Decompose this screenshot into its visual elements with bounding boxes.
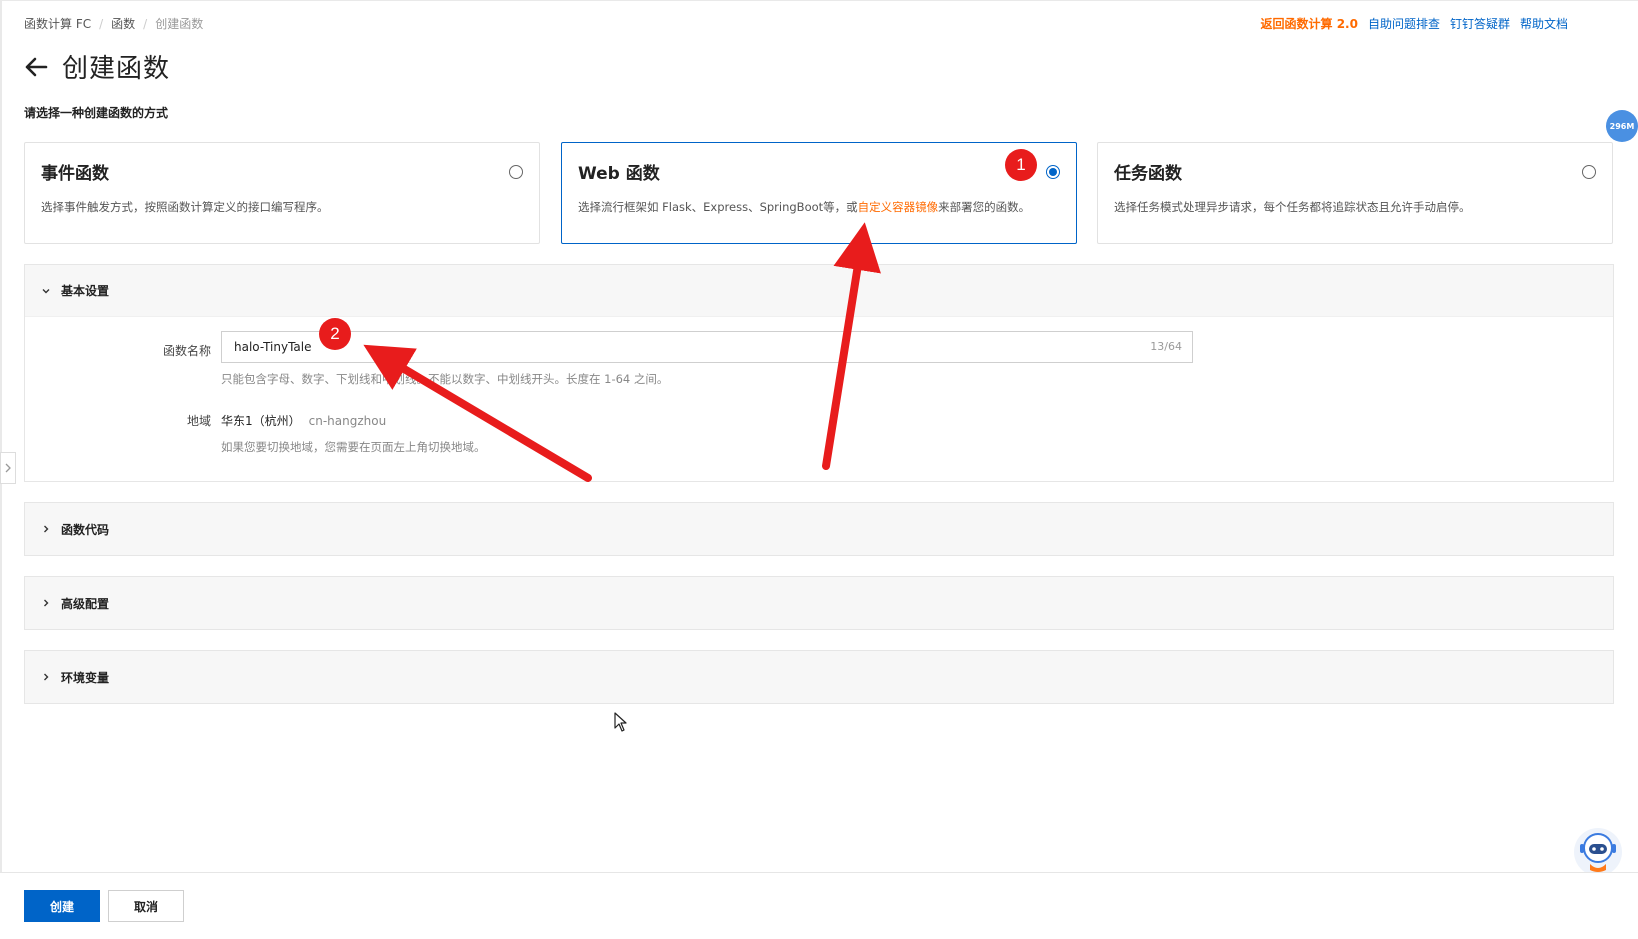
card-description-text: 选择流行框架如 Flask、Express、SpringBoot等，或 [578,200,858,214]
chevron-right-icon [44,673,49,681]
assistant-robot-icon[interactable] [1572,826,1624,878]
region-code: cn-hangzhou [308,414,387,428]
choose-method-label: 请选择一种创建函数的方式 [24,106,169,120]
custom-container-link[interactable]: 自定义容器镜像 [858,200,939,214]
section-advanced-config[interactable]: 高级配置 [24,576,1614,630]
card-web-function[interactable]: Web 函数 选择流行框架如 Flask、Express、SpringBoot等… [561,142,1077,244]
section-title: 基本设置 [61,284,110,298]
card-description: 选择流行框架如 Flask、Express、SpringBoot等，或自定义容器… [578,199,1030,215]
sidebar-expand-handle[interactable] [0,452,16,484]
card-task-function[interactable]: 任务函数 选择任务模式处理异步请求，每个任务都将追踪状态且允许手动启停。 [1097,142,1613,244]
card-event-function[interactable]: 事件函数 选择事件触发方式，按照函数计算定义的接口编写程序。 [24,142,540,244]
section-header-basic[interactable]: 基本设置 [25,265,1613,317]
mouse-cursor-icon [614,712,627,732]
section-basic-settings: 基本设置 函数名称 halo-TinyTale 13/64 只能包含字母、数字、… [24,264,1614,482]
section-title: 环境变量 [61,670,110,685]
region-help: 如果您要切换地域，您需要在页面左上角切换地域。 [221,440,486,454]
section-header-code[interactable]: 函数代码 [25,503,1613,555]
card-title: Web 函数 [578,164,660,184]
function-name-help: 只能包含字母、数字、下划线和中划线。不能以数字、中划线开头。长度在 1-64 之… [221,372,669,386]
function-name-label: 函数名称 [162,344,211,358]
breadcrumb-separator: / [99,16,104,31]
help-docs-link[interactable]: 帮助文档 [1520,15,1568,32]
back-v2-link[interactable]: 返回函数计算 2.0 [1261,15,1358,32]
annotation-badge-1: 1 [1005,149,1037,181]
page-title: 创建函数 [62,54,171,84]
chevron-right-icon [44,599,49,607]
region-name: 华东1（杭州） [221,414,301,428]
cancel-button[interactable]: 取消 [108,890,184,922]
dingtalk-link[interactable]: 钉钉答疑群 [1450,15,1510,32]
radio-web-function[interactable] [1046,165,1060,179]
back-arrow-icon[interactable] [22,53,50,81]
char-counter: 13/64 [1150,340,1182,353]
breadcrumb-item-fc[interactable]: 函数计算 FC [24,15,91,32]
breadcrumb-item-functions[interactable]: 函数 [111,15,135,32]
breadcrumb: 函数计算 FC / 函数 / 创建函数 [24,15,203,32]
top-links: 返回函数计算 2.0 自助问题排查 钉钉答疑群 帮助文档 [1261,15,1568,32]
card-description: 选择任务模式处理异步请求，每个任务都将追踪状态且允许手动启停。 [1114,200,1471,214]
section-header-env[interactable]: 环境变量 [25,651,1613,703]
create-button[interactable]: 创建 [24,890,100,922]
self-help-link[interactable]: 自助问题排查 [1368,15,1440,32]
section-title: 高级配置 [61,596,110,611]
chevron-down-icon [42,288,50,293]
section-function-code[interactable]: 函数代码 [24,502,1614,556]
region-value: 华东1（杭州） cn-hangzhou [221,412,386,429]
section-title: 函数代码 [61,522,110,537]
memory-badge[interactable]: 296M [1606,110,1638,142]
card-description: 选择事件触发方式，按照函数计算定义的接口编写程序。 [41,200,329,214]
card-title: 任务函数 [1114,164,1182,184]
breadcrumb-separator: / [143,16,148,31]
function-name-input[interactable]: halo-TinyTale 13/64 [221,331,1193,363]
footer-bar: 创建 取消 [0,872,1638,939]
top-border [0,0,1638,1]
annotation-badge-2: 2 [319,318,351,350]
card-title: 事件函数 [41,164,109,184]
breadcrumb-item-current: 创建函数 [155,17,204,31]
chevron-right-icon [44,525,49,533]
page-header: 创建函数 [22,48,170,85]
radio-task-function[interactable] [1582,165,1596,179]
card-description-text: 来部署您的函数。 [938,200,1031,214]
section-header-advanced[interactable]: 高级配置 [25,577,1613,629]
chevron-right-icon [5,463,11,473]
region-label: 地域 [186,414,211,428]
radio-event-function[interactable] [509,165,523,179]
function-name-value: halo-TinyTale [234,340,312,354]
section-env-vars[interactable]: 环境变量 [24,650,1614,704]
